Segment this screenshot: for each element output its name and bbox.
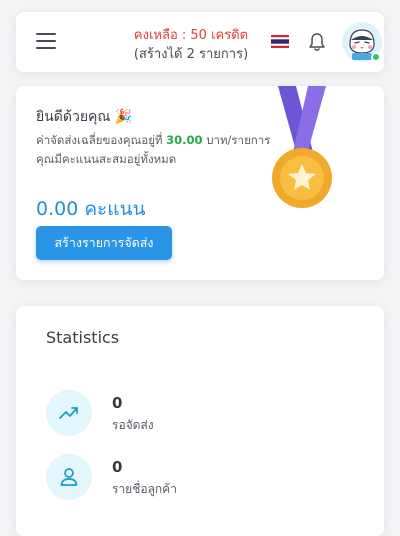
stat-label: รอจัดส่ง <box>112 418 154 432</box>
avg-cost-value: 30.00 <box>166 133 203 147</box>
avg-shipping-cost-text: ค่าจัดส่งเฉลี่ยของคุณอยู่ที่ 30.00 บาท/ร… <box>36 132 270 150</box>
credit-remaining: คงเหลือ : 50 เครดิต <box>133 28 249 43</box>
points-description: คุณมีคะแนนสะสมอยู่ทั้งหมด <box>36 152 177 166</box>
user-icon <box>60 468 78 486</box>
stat-customer-list[interactable]: 0 รายชื่อลูกค้า <box>46 454 246 502</box>
statistics-card: Statistics 0 รอจัดส่ง 0 รายชื่อลูกค้า <box>16 306 384 536</box>
hamburger-menu-icon[interactable] <box>36 33 56 49</box>
stat-label: รายชื่อลูกค้า <box>112 482 177 496</box>
medal-icon <box>272 86 332 208</box>
welcome-title: ยินดีด้วยคุณ 🎉 <box>36 109 133 125</box>
create-shipment-button[interactable]: สร้างรายการจัดส่ง <box>36 226 172 260</box>
stat-pending-shipments[interactable]: 0 รอจัดส่ง <box>46 390 246 438</box>
stat-value: 0 <box>112 394 123 412</box>
top-header: คงเหลือ : 50 เครดิต (สร้างได้ 2 รายการ) <box>16 12 384 72</box>
stat-icon-bg <box>46 454 92 500</box>
notification-bell-icon[interactable] <box>308 32 326 52</box>
stat-value: 0 <box>112 458 123 476</box>
stat-icon-bg <box>46 390 92 436</box>
points-total: 0.00 คะแนน <box>36 198 146 220</box>
statistics-title: Statistics <box>46 328 120 347</box>
avg-cost-prefix: ค่าจัดส่งเฉลี่ยของคุณอยู่ที่ <box>36 133 163 147</box>
thai-flag-icon[interactable] <box>271 35 289 48</box>
avg-cost-suffix: บาท/รายการ <box>206 133 271 147</box>
online-status-dot <box>371 52 381 62</box>
credit-capacity: (สร้างได้ 2 รายการ) <box>133 47 249 62</box>
trending-up-icon <box>59 407 78 419</box>
